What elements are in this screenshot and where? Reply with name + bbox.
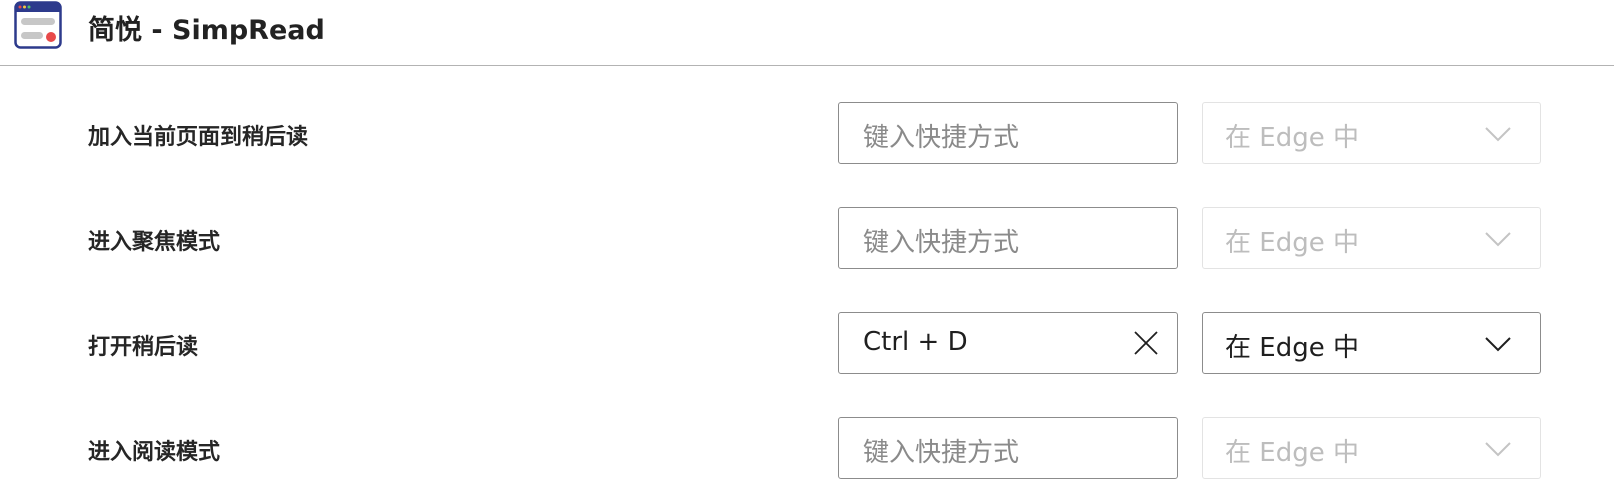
shortcut-row: 进入聚焦模式 键入快捷方式 在 Edge 中 xyxy=(0,207,1614,269)
scope-dropdown[interactable]: 在 Edge 中 xyxy=(1202,102,1541,164)
shortcut-row: 进入阅读模式 键入快捷方式 在 Edge 中 xyxy=(0,417,1614,479)
chevron-down-icon xyxy=(1485,232,1511,247)
shortcut-row: 加入当前页面到稍后读 键入快捷方式 在 Edge 中 xyxy=(0,102,1614,164)
extension-header: 简悦 - SimpRead xyxy=(0,0,1614,66)
shortcut-input[interactable]: 键入快捷方式 xyxy=(838,102,1178,164)
shortcut-row: 打开稍后读 Ctrl + D 在 Edge 中 xyxy=(0,312,1614,374)
scope-value: 在 Edge 中 xyxy=(1225,123,1359,153)
simpread-app-icon xyxy=(14,1,62,49)
scope-value: 在 Edge 中 xyxy=(1225,333,1359,363)
shortcut-placeholder: 键入快捷方式 xyxy=(863,228,1020,258)
shortcut-input[interactable]: 键入快捷方式 xyxy=(838,207,1178,269)
shortcut-placeholder: 键入快捷方式 xyxy=(863,123,1020,153)
scope-dropdown[interactable]: 在 Edge 中 xyxy=(1202,207,1541,269)
scope-value: 在 Edge 中 xyxy=(1225,228,1359,258)
scope-value: 在 Edge 中 xyxy=(1225,438,1359,468)
extension-title: 简悦 - SimpRead xyxy=(88,15,325,46)
shortcut-placeholder: 键入快捷方式 xyxy=(863,438,1020,468)
chevron-down-icon xyxy=(1485,442,1511,457)
scope-dropdown[interactable]: 在 Edge 中 xyxy=(1202,417,1541,479)
scope-dropdown[interactable]: 在 Edge 中 xyxy=(1202,312,1541,374)
shortcut-input[interactable]: Ctrl + D xyxy=(838,312,1178,374)
shortcut-value: Ctrl + D xyxy=(863,327,968,357)
clear-shortcut-icon[interactable] xyxy=(1131,328,1161,358)
shortcut-label: 进入阅读模式 xyxy=(88,440,221,465)
chevron-down-icon xyxy=(1485,337,1511,352)
chevron-down-icon xyxy=(1485,127,1511,142)
shortcut-input[interactable]: 键入快捷方式 xyxy=(838,417,1178,479)
shortcut-label: 进入聚焦模式 xyxy=(88,230,221,255)
shortcut-label: 打开稍后读 xyxy=(88,335,199,360)
shortcut-label: 加入当前页面到稍后读 xyxy=(88,125,309,150)
